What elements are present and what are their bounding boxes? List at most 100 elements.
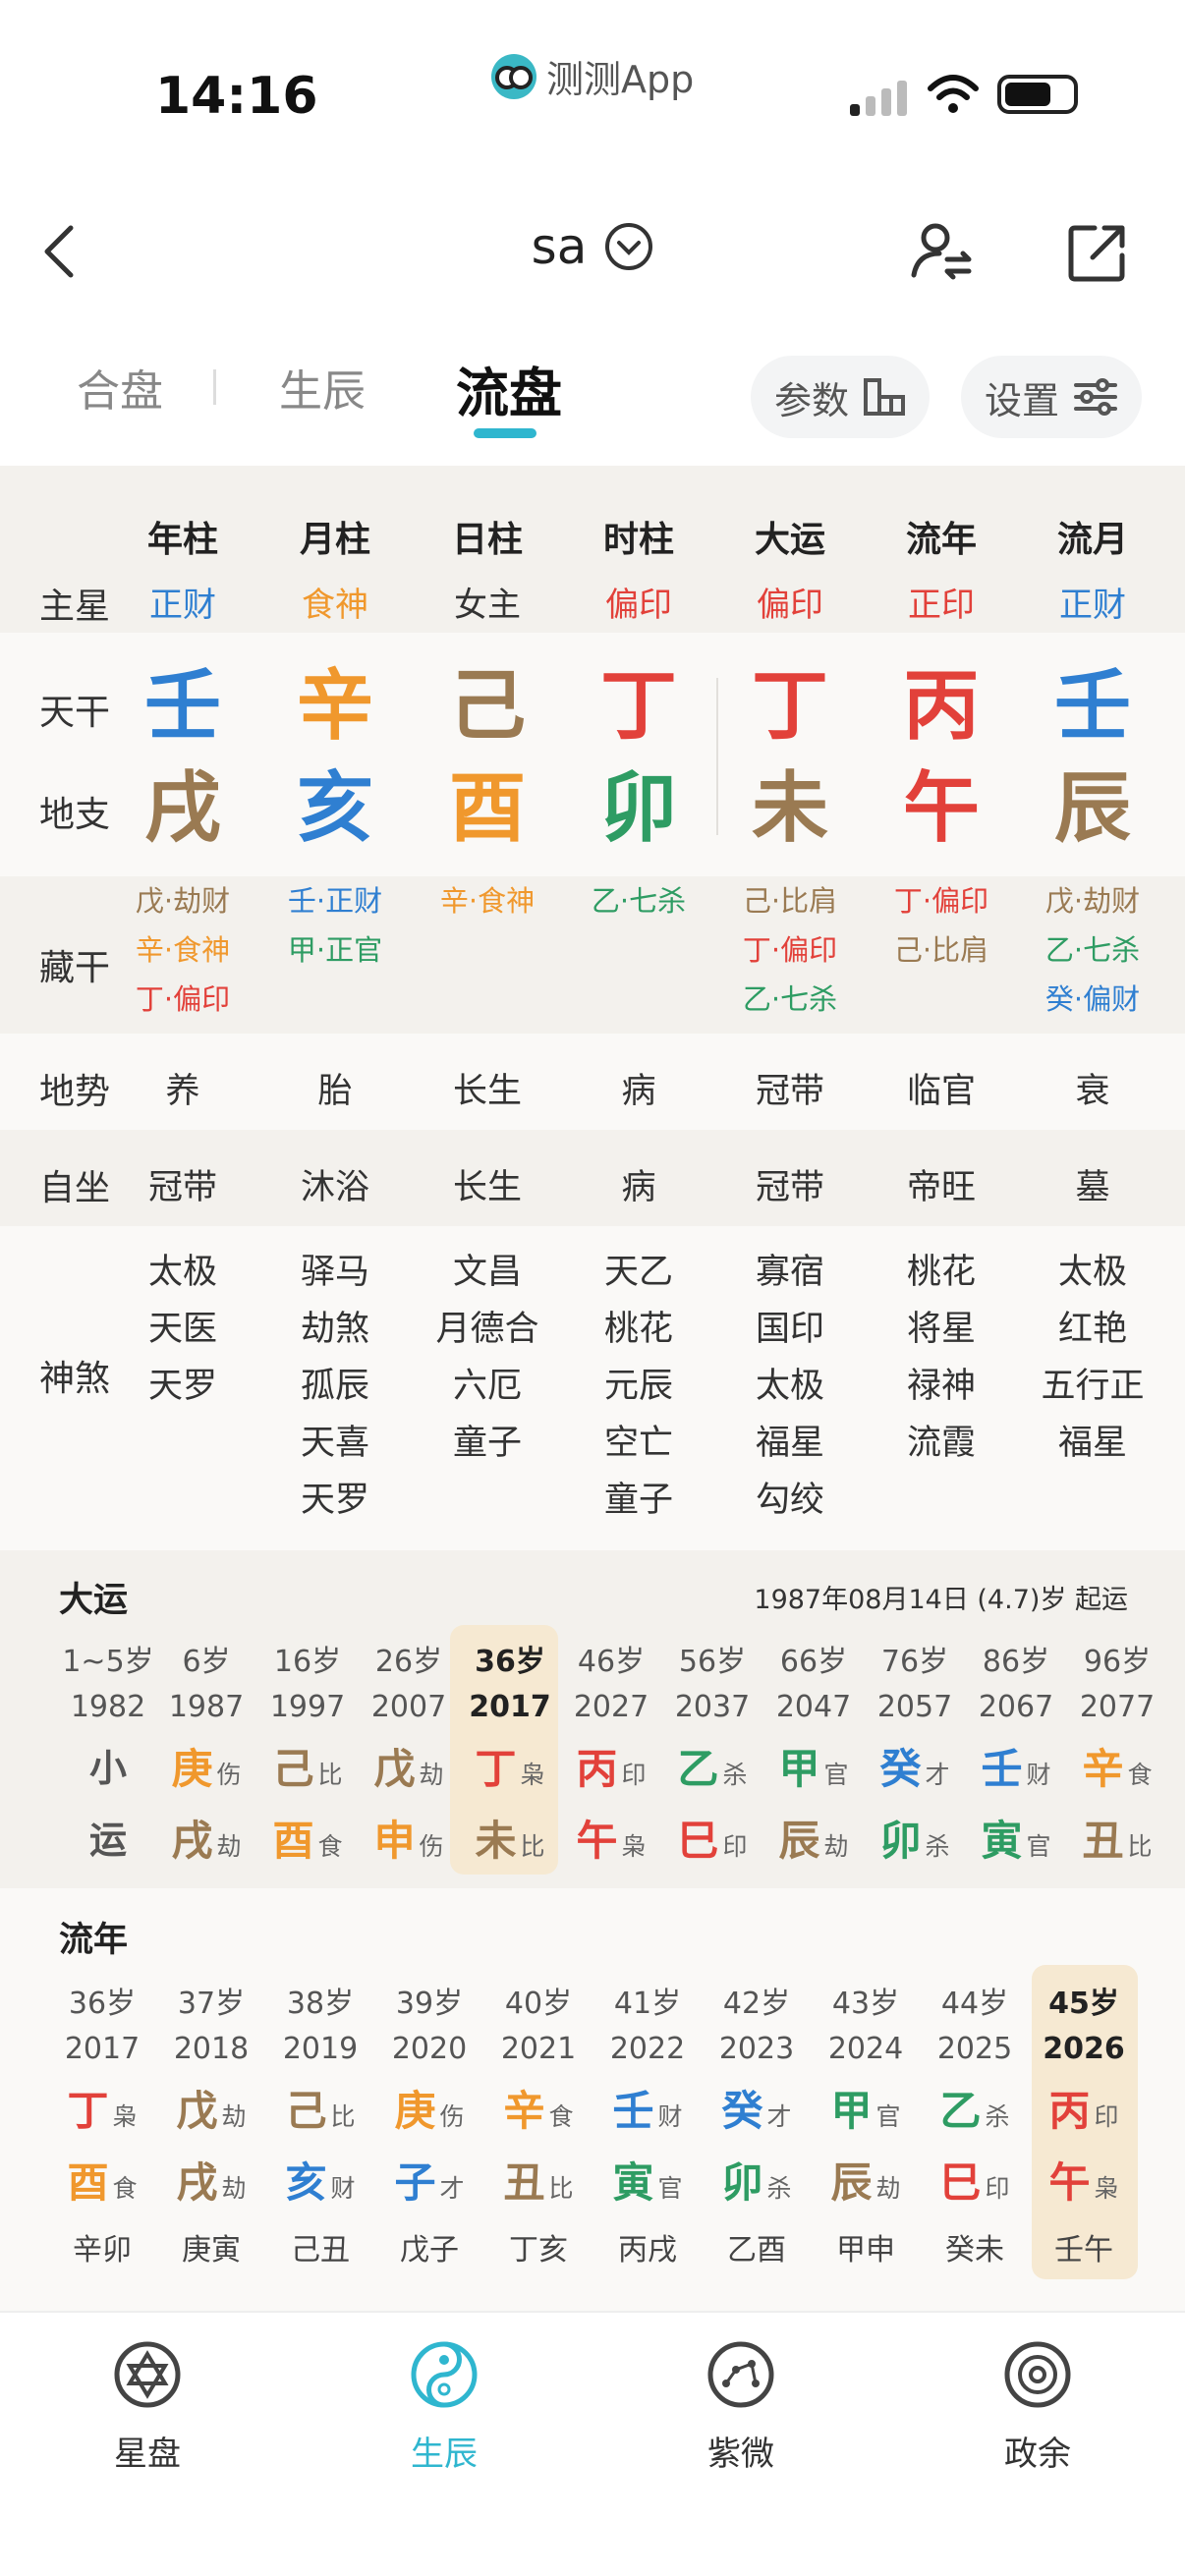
nav-ziwei[interactable]: 紫微 <box>643 2340 839 2475</box>
liunian-stem-char: 壬 <box>612 2087 654 2135</box>
liunian-branch: 卯杀 <box>703 2150 811 2210</box>
nav-zhengyu[interactable]: 政余 <box>939 2340 1136 2475</box>
dayun-branch: 申伤 <box>355 1808 463 1868</box>
dayun-item[interactable]: 26岁 2007 戊劫申伤 <box>355 1637 463 1868</box>
dayun-item[interactable]: 76岁 2057 癸才卯杀 <box>861 1637 969 1868</box>
liunian-branch-god: 杀 <box>766 2174 792 2203</box>
zizuo-value: 长生 <box>452 1168 522 1207</box>
tab-shengchen[interactable]: 生辰 <box>279 356 366 419</box>
liunian-ganzhi: 丙戌 <box>618 2233 677 2268</box>
profile-switcher[interactable]: sa <box>0 218 1185 275</box>
liunian-ganzhi: 戊子 <box>400 2233 459 2268</box>
label-zizuo: 自坐 <box>39 1168 111 1208</box>
liunian-branch-god: 才 <box>439 2174 465 2203</box>
dayun-age: 46岁 <box>577 1645 646 1679</box>
liunian-item[interactable]: 39岁 2020 庚伤子才戊子 <box>375 1979 483 2268</box>
liunian-item[interactable]: 43岁 2024 甲官辰劫甲申 <box>812 1979 920 2268</box>
liunian-item[interactable]: 37岁 2018 戊劫戌劫庚寅 <box>157 1979 265 2268</box>
dizhi-char: 戌 <box>143 764 221 853</box>
liunian-age: 44岁 <box>940 1987 1009 2021</box>
hidden-stem: 丁·偏印 <box>742 933 838 967</box>
label-dishi: 地势 <box>39 1072 111 1112</box>
liunian-item[interactable]: 41岁 2022 壬财寅官丙戌 <box>593 1979 702 2268</box>
battery-icon <box>997 75 1078 114</box>
liunian-branch-char: 辰 <box>830 2158 873 2207</box>
liunian-stem-char: 丁 <box>67 2087 109 2135</box>
cellular-signal-icon <box>850 81 907 116</box>
dayun-item[interactable]: 56岁 2037 乙杀巳印 <box>658 1637 766 1868</box>
switch-user-icon[interactable] <box>910 220 975 285</box>
shensha-item: 天罗 <box>147 1367 217 1406</box>
dayun-branch-char: 巳 <box>677 1817 719 1865</box>
dayun-item[interactable]: 96岁 2077 辛食丑比 <box>1063 1637 1171 1868</box>
liunian-stem-god: 伤 <box>439 2102 465 2131</box>
liunian-year: 2021 <box>500 2032 577 2066</box>
hidden-stem: 丁·偏印 <box>893 884 989 918</box>
dayun-item[interactable]: 66岁 2047 甲官辰劫 <box>760 1637 868 1868</box>
main-star: 女主 <box>454 586 521 625</box>
liunian-stem: 癸才 <box>703 2078 811 2138</box>
tab-liupan[interactable]: 流盘 <box>456 350 562 427</box>
yin-yang-icon <box>411 2341 478 2408</box>
hidden-stem: 壬·正财 <box>287 884 383 918</box>
shensha-item: 勾绞 <box>755 1481 824 1520</box>
liunian-item[interactable]: 36岁 2017 丁枭酉食辛卯 <box>48 1979 156 2268</box>
tab-hepan[interactable]: 合盘 <box>77 356 163 419</box>
dayun-stem: 庚伤 <box>152 1736 260 1796</box>
label-hidden: 藏干 <box>39 948 111 988</box>
liunian-branch-god: 印 <box>985 2174 1010 2203</box>
dayun-branch: 卯杀 <box>861 1808 969 1868</box>
liunian-branch-char: 卯 <box>721 2158 763 2207</box>
liunian-stem-god: 枭 <box>112 2102 138 2131</box>
liunian-item[interactable]: 40岁 2021 辛食丑比丁亥 <box>484 1979 592 2268</box>
nav-shengchen[interactable]: 生辰 <box>346 2340 542 2475</box>
dayun-stem-god: 才 <box>925 1761 950 1789</box>
liunian-item[interactable]: 38岁 2019 己比亥财己丑 <box>266 1979 374 2268</box>
dayun-branch-god: 比 <box>1127 1832 1153 1861</box>
share-icon[interactable] <box>1065 220 1130 285</box>
dayun-year: 2007 <box>370 1690 447 1724</box>
dayun-item[interactable]: 86岁 2067 壬财寅官 <box>962 1637 1070 1868</box>
liunian-age: 45岁 <box>1048 1987 1119 2021</box>
liunian-item[interactable]: 44岁 2025 乙杀巳印癸未 <box>921 1979 1029 2268</box>
dayun-branch: 巳印 <box>658 1808 766 1868</box>
dizhi-char: 卯 <box>599 764 677 853</box>
dayun-age: 96岁 <box>1083 1645 1152 1679</box>
dayun-item[interactable]: 16岁 1997 己比酉食 <box>254 1637 362 1868</box>
shensha-item: 寡宿 <box>755 1253 824 1292</box>
liunian-stem-god: 官 <box>875 2102 901 2131</box>
dishi-value: 临官 <box>906 1072 976 1111</box>
liunian-year: 2026 <box>1043 2032 1125 2066</box>
dayun-item[interactable]: 6岁 1987 庚伤戌劫 <box>152 1637 260 1868</box>
dizhi-char: 酉 <box>448 764 526 853</box>
dayun-branch-god: 食 <box>317 1832 343 1861</box>
liunian-item[interactable]: 42岁 2023 癸才卯杀乙酉 <box>703 1979 811 2268</box>
params-button[interactable]: 参数 <box>751 356 931 438</box>
dayun-age: 6岁 <box>182 1645 231 1679</box>
dayun-year: 1997 <box>269 1690 346 1724</box>
liunian-branch-char: 丑 <box>503 2158 545 2207</box>
shensha-item: 童子 <box>603 1481 673 1520</box>
pillar-head: 月柱 <box>299 520 370 560</box>
liunian-stem-char: 戊 <box>176 2087 218 2135</box>
nav-label: 政余 <box>1004 2435 1071 2474</box>
dayun-item[interactable]: 36岁 2017 丁枭未比 <box>456 1637 564 1868</box>
label-shensha: 神煞 <box>39 1359 111 1399</box>
liunian-branch-char: 子 <box>394 2158 436 2207</box>
main-star: 正印 <box>908 586 975 625</box>
shensha-item: 福星 <box>1057 1424 1127 1463</box>
liunian-stem-char: 乙 <box>939 2087 982 2135</box>
dayun-branch-char: 午 <box>576 1817 618 1865</box>
zizuo-value: 沐浴 <box>300 1168 369 1207</box>
nav-xingpan[interactable]: 星盘 <box>49 2340 246 2475</box>
liunian-stem: 戊劫 <box>157 2078 265 2138</box>
shensha-item: 天医 <box>147 1310 217 1349</box>
liunian-item[interactable]: 45岁 2026 丙印午枭壬午 <box>1030 1979 1138 2268</box>
dayun-xiaoyun[interactable]: 1~5岁 1982 小 运 <box>54 1637 162 1864</box>
liunian-branch: 巳印 <box>921 2150 1029 2210</box>
settings-button[interactable]: 设置 <box>961 356 1143 438</box>
dayun-branch-char: 寅 <box>981 1817 1023 1865</box>
dizhi-char: 亥 <box>296 764 373 853</box>
dayun-item[interactable]: 46岁 2027 丙印午枭 <box>557 1637 665 1868</box>
pillar-head: 流年 <box>905 520 977 560</box>
